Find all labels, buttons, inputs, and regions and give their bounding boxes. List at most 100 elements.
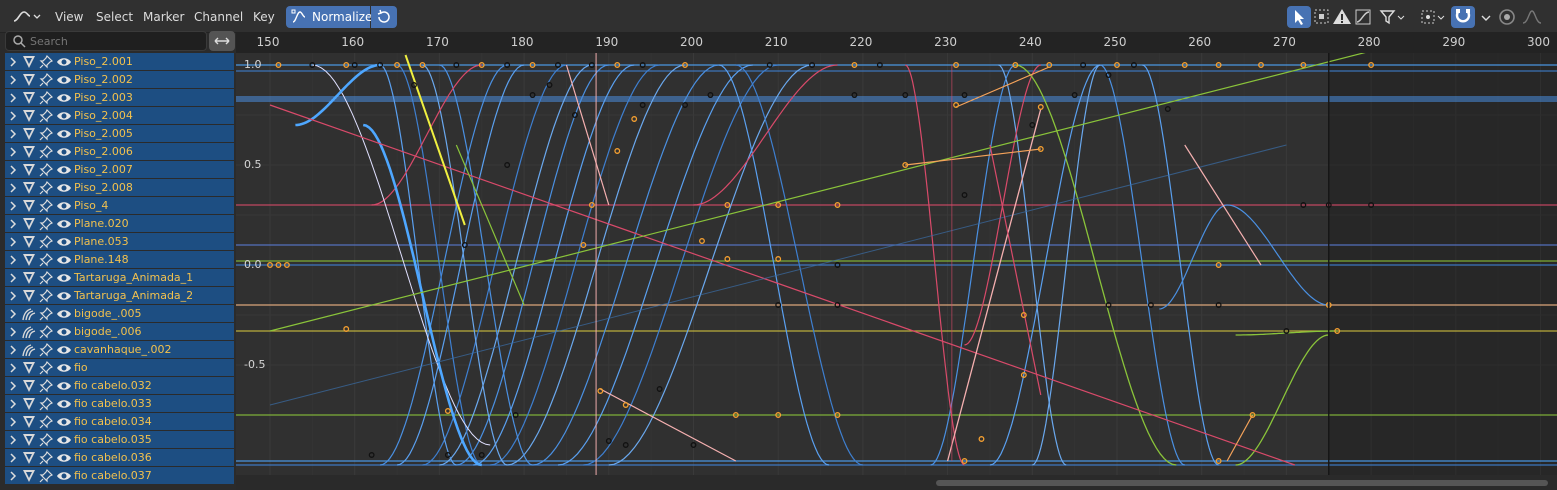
marker-menu[interactable]: Marker bbox=[143, 7, 184, 27]
expand-arrow-icon[interactable] bbox=[8, 469, 18, 483]
channel-row[interactable]: Plane.148 bbox=[5, 251, 234, 269]
pin-icon[interactable] bbox=[39, 199, 53, 213]
key-menu[interactable]: Key bbox=[253, 7, 275, 27]
expand-arrow-icon[interactable] bbox=[8, 361, 18, 375]
expand-arrow-icon[interactable] bbox=[8, 253, 18, 267]
channel-row[interactable]: Plane.020 bbox=[5, 215, 234, 233]
channel-row[interactable]: fio cabelo.036 bbox=[5, 449, 234, 467]
expand-arrow-icon[interactable] bbox=[8, 163, 18, 177]
expand-arrow-icon[interactable] bbox=[8, 433, 18, 447]
eye-icon[interactable] bbox=[56, 343, 72, 357]
channel-row[interactable]: Piso_2.001 bbox=[5, 53, 234, 71]
channel-row[interactable]: bigode_.006 bbox=[5, 323, 234, 341]
channel-row[interactable]: Piso_2.007 bbox=[5, 161, 234, 179]
select-menu[interactable]: Select bbox=[96, 7, 133, 27]
expand-arrow-icon[interactable] bbox=[8, 55, 18, 69]
pin-icon[interactable] bbox=[39, 343, 53, 357]
pin-icon[interactable] bbox=[39, 361, 53, 375]
expand-arrow-icon[interactable] bbox=[8, 289, 18, 303]
expand-arrow-icon[interactable] bbox=[8, 415, 18, 429]
eye-icon[interactable] bbox=[56, 397, 72, 411]
show-cursor-toggle[interactable] bbox=[1352, 6, 1376, 28]
eye-icon[interactable] bbox=[56, 271, 72, 285]
pin-icon[interactable] bbox=[39, 469, 53, 483]
pin-icon[interactable] bbox=[39, 217, 53, 231]
pin-icon[interactable] bbox=[39, 433, 53, 447]
eye-icon[interactable] bbox=[56, 127, 72, 141]
channel-row[interactable]: Piso_4 bbox=[5, 197, 234, 215]
search-input[interactable] bbox=[30, 32, 200, 50]
falloff-dropdown[interactable] bbox=[1520, 6, 1544, 28]
expand-arrow-icon[interactable] bbox=[8, 73, 18, 87]
pin-icon[interactable] bbox=[39, 235, 53, 249]
channel-row[interactable]: Piso_2.005 bbox=[5, 125, 234, 143]
pin-icon[interactable] bbox=[39, 91, 53, 105]
curves-canvas[interactable] bbox=[236, 53, 1557, 475]
eye-icon[interactable] bbox=[56, 379, 72, 393]
eye-icon[interactable] bbox=[56, 73, 72, 87]
pin-icon[interactable] bbox=[39, 145, 53, 159]
channel-row[interactable]: fio cabelo.037 bbox=[5, 467, 234, 485]
channel-row[interactable]: fio cabelo.032 bbox=[5, 377, 234, 395]
expand-arrow-icon[interactable] bbox=[8, 271, 18, 285]
eye-icon[interactable] bbox=[56, 199, 72, 213]
normalize-toggle[interactable]: Normalize bbox=[286, 6, 372, 28]
channel-row[interactable]: cavanhaque_.002 bbox=[5, 341, 234, 359]
filter-swap-button[interactable] bbox=[209, 31, 235, 51]
pin-icon[interactable] bbox=[39, 127, 53, 141]
expand-arrow-icon[interactable] bbox=[8, 217, 18, 231]
editor-type-button[interactable] bbox=[8, 6, 42, 28]
channel-row[interactable]: fio cabelo.034 bbox=[5, 413, 234, 431]
snap-dropdown[interactable] bbox=[1474, 6, 1498, 28]
expand-arrow-icon[interactable] bbox=[8, 109, 18, 123]
expand-arrow-icon[interactable] bbox=[8, 91, 18, 105]
eye-icon[interactable] bbox=[56, 289, 72, 303]
pin-icon[interactable] bbox=[39, 73, 53, 87]
refresh-normalize-button[interactable] bbox=[371, 6, 397, 28]
pivot-dropdown[interactable] bbox=[1418, 6, 1448, 28]
frame-ruler[interactable]: 150 160 170 180 190 200 210 220 230 240 250 260 270 2… bbox=[236, 33, 1557, 53]
pin-icon[interactable] bbox=[39, 451, 53, 465]
curve-graph-area[interactable] bbox=[236, 53, 1557, 475]
channel-row[interactable]: Piso_2.006 bbox=[5, 143, 234, 161]
pin-icon[interactable] bbox=[39, 55, 53, 69]
eye-icon[interactable] bbox=[56, 163, 72, 177]
pin-icon[interactable] bbox=[39, 109, 53, 123]
expand-arrow-icon[interactable] bbox=[8, 451, 18, 465]
channel-menu[interactable]: Channel bbox=[194, 7, 243, 27]
channel-row[interactable]: Plane.053 bbox=[5, 233, 234, 251]
pin-icon[interactable] bbox=[39, 289, 53, 303]
channel-row[interactable]: bigode_.005 bbox=[5, 305, 234, 323]
eye-icon[interactable] bbox=[56, 253, 72, 267]
pin-icon[interactable] bbox=[39, 415, 53, 429]
pin-icon[interactable] bbox=[39, 253, 53, 267]
pin-icon[interactable] bbox=[39, 379, 53, 393]
channel-row[interactable]: fio bbox=[5, 359, 234, 377]
expand-arrow-icon[interactable] bbox=[8, 127, 18, 141]
expand-arrow-icon[interactable] bbox=[8, 235, 18, 249]
channel-row[interactable]: Tartaruga_Animada_1 bbox=[5, 269, 234, 287]
channel-row[interactable]: Tartaruga_Animada_2 bbox=[5, 287, 234, 305]
expand-arrow-icon[interactable] bbox=[8, 379, 18, 393]
eye-icon[interactable] bbox=[56, 307, 72, 321]
eye-icon[interactable] bbox=[56, 235, 72, 249]
pin-icon[interactable] bbox=[39, 307, 53, 321]
expand-arrow-icon[interactable] bbox=[8, 397, 18, 411]
only-selected-toggle[interactable] bbox=[1287, 6, 1311, 28]
horizontal-scrollbar[interactable] bbox=[236, 475, 1557, 490]
eye-icon[interactable] bbox=[56, 109, 72, 123]
eye-icon[interactable] bbox=[56, 433, 72, 447]
eye-icon[interactable] bbox=[56, 145, 72, 159]
eye-icon[interactable] bbox=[56, 451, 72, 465]
pin-icon[interactable] bbox=[39, 325, 53, 339]
eye-icon[interactable] bbox=[56, 361, 72, 375]
eye-icon[interactable] bbox=[56, 325, 72, 339]
eye-icon[interactable] bbox=[56, 55, 72, 69]
channel-row[interactable]: Piso_2.002 bbox=[5, 71, 234, 89]
proportional-edit-toggle[interactable] bbox=[1496, 6, 1520, 28]
pin-icon[interactable] bbox=[39, 397, 53, 411]
expand-arrow-icon[interactable] bbox=[8, 145, 18, 159]
eye-icon[interactable] bbox=[56, 217, 72, 231]
view-menu[interactable]: View bbox=[55, 7, 83, 27]
eye-icon[interactable] bbox=[56, 415, 72, 429]
